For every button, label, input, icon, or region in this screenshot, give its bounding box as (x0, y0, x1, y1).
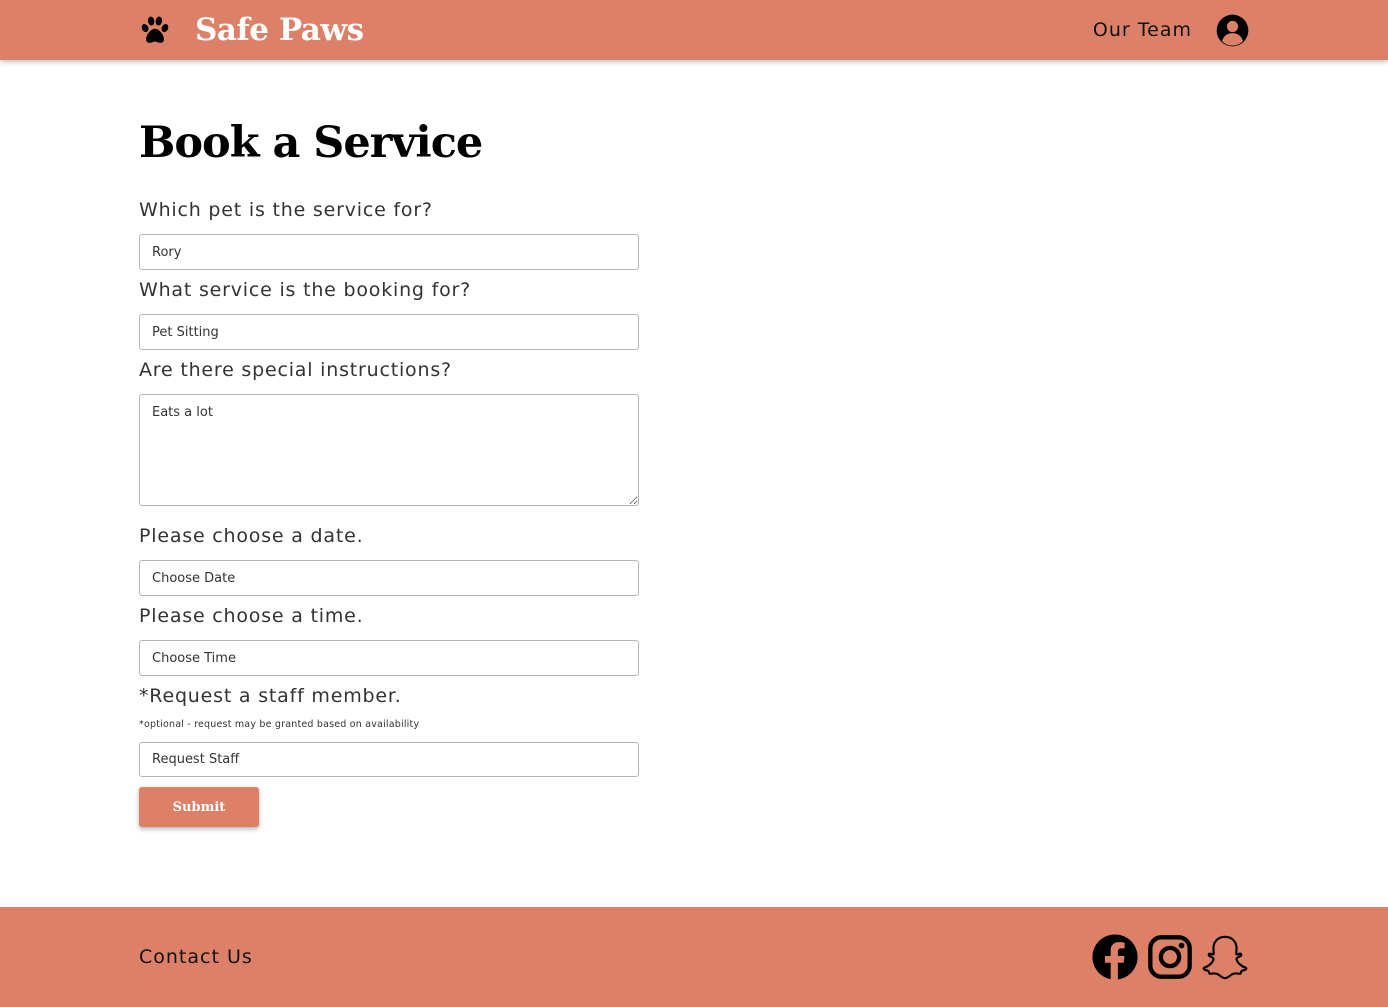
instagram-icon[interactable] (1146, 933, 1194, 981)
nav-link-our-team[interactable]: Our Team (1093, 19, 1192, 41)
instructions-textarea[interactable]: Eats a lot (139, 394, 639, 506)
top-nav: Our Team (1093, 0, 1249, 60)
instructions-label: Are there special instructions? (139, 359, 452, 381)
service-label: What service is the booking for? (139, 279, 472, 301)
date-input[interactable] (139, 560, 639, 596)
site-header: Safe Paws Our Team (0, 0, 1388, 60)
social-links (1084, 907, 1249, 1007)
site-footer: Contact Us (0, 907, 1388, 1007)
time-label: Please choose a time. (139, 605, 364, 627)
submit-button[interactable]: Submit (139, 787, 259, 827)
page-title: Book a Service (139, 118, 483, 168)
pet-label: Which pet is the service for? (139, 199, 433, 221)
paw-icon (141, 16, 169, 43)
facebook-icon[interactable] (1091, 933, 1139, 981)
staff-input[interactable] (139, 742, 639, 777)
brand-name: Safe Paws (195, 12, 364, 48)
snapchat-icon[interactable] (1201, 933, 1249, 981)
contact-us-link[interactable]: Contact Us (139, 907, 253, 1007)
time-input[interactable] (139, 640, 639, 676)
brand[interactable]: Safe Paws (139, 0, 364, 60)
staff-note: *optional - request may be granted based… (139, 719, 420, 730)
service-input[interactable] (139, 314, 639, 350)
pet-input[interactable] (139, 234, 639, 270)
staff-label: *Request a staff member. (139, 685, 402, 707)
user-circle-icon[interactable] (1216, 14, 1249, 47)
date-label: Please choose a date. (139, 525, 364, 547)
